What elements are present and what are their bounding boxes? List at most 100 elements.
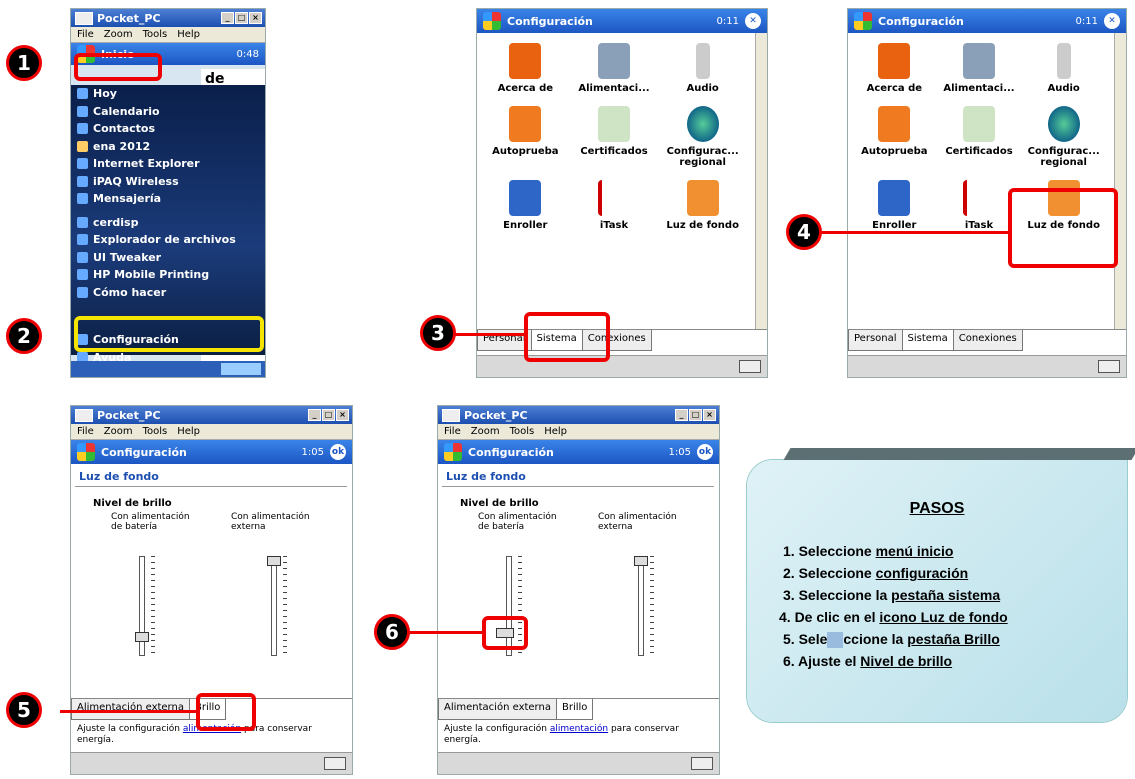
window-title: Pocket_PC xyxy=(464,408,528,422)
battery-slider-thumb[interactable] xyxy=(135,632,149,642)
menu-zoom[interactable]: Zoom xyxy=(104,426,133,437)
about-icon xyxy=(509,43,542,79)
screenshot-brillo-adjust: Pocket_PC _ □ × File Zoom Tools Help Configura… xyxy=(437,405,720,775)
step-1: 1. Seleccione menú inicio xyxy=(783,543,954,559)
menu-item-mensajeria[interactable]: Mensajería xyxy=(71,190,265,208)
maximize-button[interactable]: □ xyxy=(689,409,702,421)
maximize-button[interactable]: □ xyxy=(235,12,248,24)
file-explorer-icon xyxy=(77,234,88,246)
menu-help[interactable]: Help xyxy=(177,29,200,40)
ok-button[interactable]: ok xyxy=(697,444,713,460)
clock: 0:48 xyxy=(236,48,259,60)
close-button[interactable]: × xyxy=(336,409,349,421)
minimize-button[interactable]: _ xyxy=(221,12,234,24)
menu-item-explorador[interactable]: Explorador de archivos xyxy=(71,231,265,249)
scrollbar[interactable] xyxy=(755,33,767,333)
tab-brillo[interactable]: Brillo xyxy=(555,699,594,720)
external-slider-thumb[interactable] xyxy=(267,556,281,566)
menu-bar: File Zoom Tools Help xyxy=(438,424,719,440)
page-heading: Luz de fondo xyxy=(446,470,526,483)
keyboard-icon[interactable] xyxy=(324,757,346,770)
certificate-icon xyxy=(962,106,995,142)
menu-item-hp-printing[interactable]: HP Mobile Printing xyxy=(71,266,265,284)
clock: 0:11 xyxy=(1075,15,1098,27)
menu-item-cerdisp[interactable]: cerdisp xyxy=(71,214,265,232)
keyboard-icon[interactable] xyxy=(739,360,761,373)
menu-tools[interactable]: Tools xyxy=(143,29,168,40)
step-5: 5. Sele ccione la pestaña Brillo xyxy=(783,631,1000,649)
tab-alimentacion[interactable]: Alimentación externa xyxy=(438,699,557,720)
menu-file[interactable]: File xyxy=(77,29,94,40)
menu-tools[interactable]: Tools xyxy=(143,426,168,437)
menu-item-como-hacer[interactable]: Cómo hacer xyxy=(71,284,265,302)
steps-list: 1. Seleccione menú inicio 2. Seleccione … xyxy=(779,540,1008,672)
tab-conexiones[interactable]: Conexiones xyxy=(952,330,1023,351)
menu-help[interactable]: Help xyxy=(177,426,200,437)
menu-item-ipaq[interactable]: iPAQ Wireless xyxy=(71,173,265,191)
icon-configuracion-regional[interactable]: Configurac... regional xyxy=(1021,106,1106,168)
menu-file[interactable]: File xyxy=(77,426,94,437)
icon-acerca-de[interactable]: Acerca de xyxy=(481,43,570,94)
menu-help[interactable]: Help xyxy=(544,426,567,437)
icon-autoprueba[interactable]: Autoprueba xyxy=(852,106,937,168)
screen-title: Configuración xyxy=(507,14,593,28)
menu-item-contactos[interactable]: Contactos xyxy=(71,120,265,138)
icon-audio[interactable]: Audio xyxy=(1021,43,1106,94)
windows-flag-icon[interactable] xyxy=(483,12,501,30)
icon-certificados[interactable]: Certificados xyxy=(570,106,659,168)
icon-enroller[interactable]: Enroller xyxy=(481,180,570,231)
menu-item-hoy[interactable]: Hoy xyxy=(71,85,265,103)
icon-autoprueba[interactable]: Autoprueba xyxy=(481,106,570,168)
self-test-icon xyxy=(878,106,911,142)
menu-item-ie[interactable]: Internet Explorer xyxy=(71,155,265,173)
power-link[interactable]: alimentación xyxy=(550,724,608,734)
icon-alimentacion[interactable]: Alimentaci... xyxy=(937,43,1022,94)
maximize-button[interactable]: □ xyxy=(322,409,335,421)
today-icon xyxy=(77,88,88,100)
folder-icon xyxy=(77,140,88,152)
menu-item-calendario[interactable]: Calendario xyxy=(71,103,265,121)
close-button[interactable]: × xyxy=(703,409,716,421)
close-button[interactable]: × xyxy=(249,12,262,24)
icon-configuracion-regional[interactable]: Configurac... regional xyxy=(658,106,747,168)
external-slider-track[interactable] xyxy=(271,556,277,656)
menu-zoom[interactable]: Zoom xyxy=(471,426,500,437)
step-2: 2. Seleccione configuración xyxy=(783,565,969,581)
keyboard-icon[interactable] xyxy=(1098,360,1120,373)
close-icon[interactable]: ✕ xyxy=(745,13,761,29)
scrollbar[interactable] xyxy=(1114,33,1126,333)
icon-luz-de-fondo[interactable]: Luz de fondo xyxy=(658,180,747,231)
icon-certificados[interactable]: Certificados xyxy=(937,106,1022,168)
external-slider-track[interactable] xyxy=(638,556,644,656)
clock: 1:05 xyxy=(301,446,324,458)
icon-enroller[interactable]: Enroller xyxy=(852,180,937,231)
icon-alimentacion[interactable]: Alimentaci... xyxy=(570,43,659,94)
nav-bar: Configuración 0:11 ✕ xyxy=(477,9,767,33)
tab-sistema[interactable]: Sistema xyxy=(901,330,954,351)
menu-item-uitweaker[interactable]: UI Tweaker xyxy=(71,249,265,267)
icon-itask[interactable]: iTask xyxy=(570,180,659,231)
printer-icon xyxy=(77,269,88,281)
minimize-button[interactable]: _ xyxy=(675,409,688,421)
highlight-luz-de-fondo xyxy=(1008,188,1118,268)
windows-flag-icon[interactable] xyxy=(77,443,95,461)
menu-tools[interactable]: Tools xyxy=(510,426,535,437)
step-badge-6: 6 xyxy=(374,614,410,650)
messaging-icon xyxy=(77,193,88,205)
close-icon[interactable]: ✕ xyxy=(1104,13,1120,29)
icon-audio[interactable]: Audio xyxy=(658,43,747,94)
keyboard-icon[interactable] xyxy=(691,757,713,770)
menu-zoom[interactable]: Zoom xyxy=(104,29,133,40)
minimize-button[interactable]: _ xyxy=(308,409,321,421)
windows-flag-icon[interactable] xyxy=(444,443,462,461)
icon-acerca-de[interactable]: Acerca de xyxy=(852,43,937,94)
ok-button[interactable]: ok xyxy=(330,444,346,460)
menu-item-ena[interactable]: ena 2012 xyxy=(71,138,265,156)
menu-file[interactable]: File xyxy=(444,426,461,437)
external-slider-thumb[interactable] xyxy=(634,556,648,566)
windows-flag-icon[interactable] xyxy=(854,12,872,30)
brightness-level-label: Nivel de brillo xyxy=(93,498,172,509)
globe-icon xyxy=(1047,106,1080,142)
tab-personal[interactable]: Personal xyxy=(848,330,903,351)
audio-icon xyxy=(1056,43,1071,79)
